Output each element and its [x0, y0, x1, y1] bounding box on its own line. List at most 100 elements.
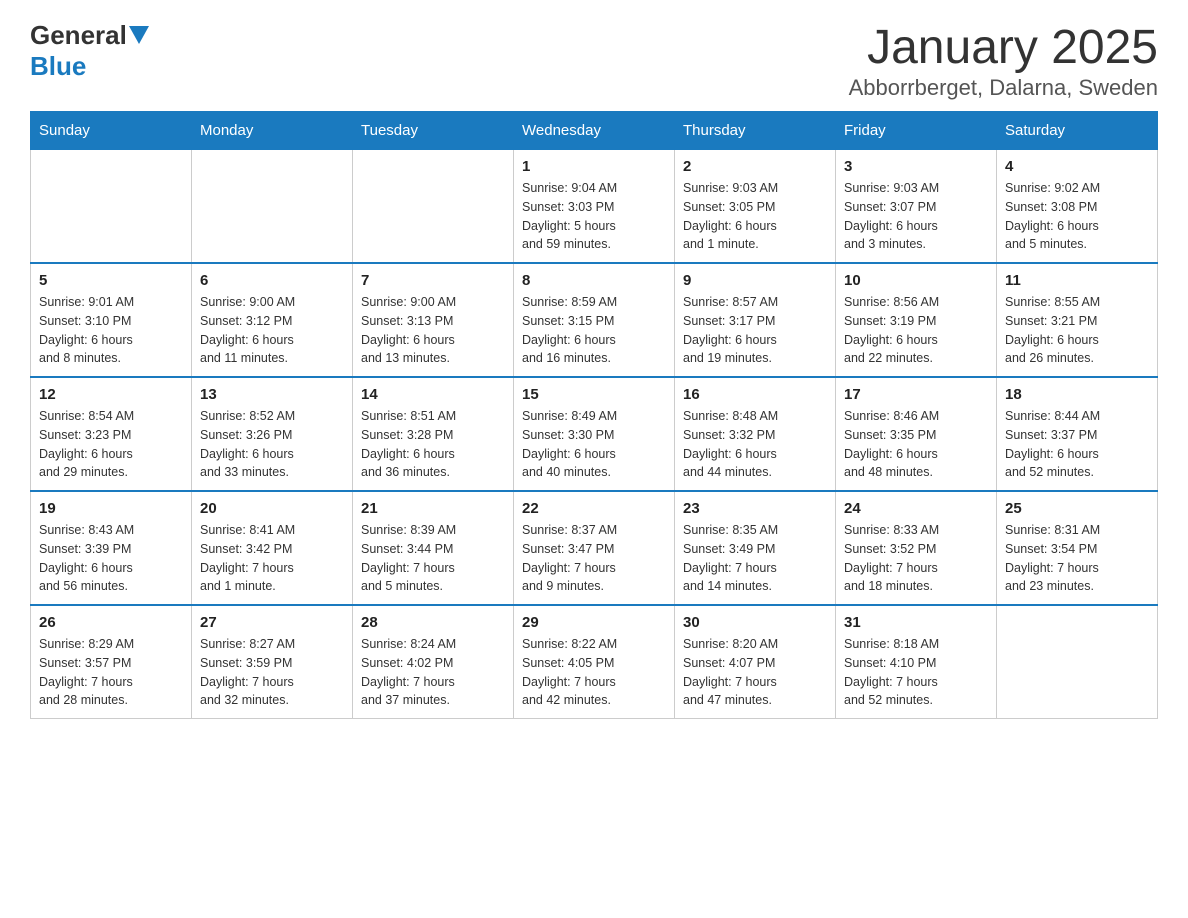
day-number: 25 — [1005, 500, 1149, 517]
logo-blue-text: Blue — [30, 51, 86, 82]
day-number: 3 — [844, 158, 988, 175]
day-info: Sunrise: 8:24 AMSunset: 4:02 PMDaylight:… — [361, 635, 505, 710]
day-number: 29 — [522, 614, 666, 631]
calendar-cell: 28 Sunrise: 8:24 AMSunset: 4:02 PMDayligh… — [353, 605, 514, 719]
day-number: 19 — [39, 500, 183, 517]
calendar-cell: 10 Sunrise: 8:56 AMSunset: 3:19 PMDayligh… — [836, 263, 997, 377]
header-friday: Friday — [836, 112, 997, 150]
day-number: 18 — [1005, 386, 1149, 403]
calendar-cell: 3 Sunrise: 9:03 AMSunset: 3:07 PMDaylight… — [836, 150, 997, 264]
calendar-cell: 18 Sunrise: 8:44 AMSunset: 3:37 PMDayligh… — [997, 377, 1158, 491]
day-number: 21 — [361, 500, 505, 517]
calendar-cell — [353, 150, 514, 264]
day-number: 1 — [522, 158, 666, 175]
header-saturday: Saturday — [997, 112, 1158, 150]
day-info: Sunrise: 9:01 AMSunset: 3:10 PMDaylight:… — [39, 293, 183, 368]
day-number: 14 — [361, 386, 505, 403]
calendar-cell: 29Sunrise: 8:22 AMSunset: 4:05 PMDayligh… — [514, 605, 675, 719]
day-number: 27 — [200, 614, 344, 631]
calendar-cell — [31, 150, 192, 264]
day-info: Sunrise: 8:31 AMSunset: 3:54 PMDaylight:… — [1005, 521, 1149, 596]
calendar-table: Sunday Monday Tuesday Wednesday Thursday… — [30, 111, 1158, 719]
header-monday: Monday — [192, 112, 353, 150]
day-info: Sunrise: 8:18 AMSunset: 4:10 PMDaylight:… — [844, 635, 988, 710]
day-number: 30 — [683, 614, 827, 631]
day-info: Sunrise: 9:03 AMSunset: 3:07 PMDaylight:… — [844, 179, 988, 254]
calendar-row-0: 1 Sunrise: 9:04 AMSunset: 3:03 PMDaylight… — [31, 150, 1158, 264]
calendar-cell: 27Sunrise: 8:27 AMSunset: 3:59 PMDayligh… — [192, 605, 353, 719]
day-info: Sunrise: 8:39 AMSunset: 3:44 PMDaylight:… — [361, 521, 505, 596]
day-number: 11 — [1005, 272, 1149, 289]
calendar-cell: 9Sunrise: 8:57 AMSunset: 3:17 PMDaylight… — [675, 263, 836, 377]
calendar-cell: 11 Sunrise: 8:55 AMSunset: 3:21 PMDayligh… — [997, 263, 1158, 377]
calendar-cell: 17Sunrise: 8:46 AMSunset: 3:35 PMDayligh… — [836, 377, 997, 491]
day-number: 6 — [200, 272, 344, 289]
calendar-cell: 5 Sunrise: 9:01 AMSunset: 3:10 PMDaylight… — [31, 263, 192, 377]
day-number: 4 — [1005, 158, 1149, 175]
day-info: Sunrise: 8:43 AMSunset: 3:39 PMDaylight:… — [39, 521, 183, 596]
day-info: Sunrise: 8:44 AMSunset: 3:37 PMDaylight:… — [1005, 407, 1149, 482]
calendar-cell: 21 Sunrise: 8:39 AMSunset: 3:44 PMDayligh… — [353, 491, 514, 605]
calendar-cell: 13 Sunrise: 8:52 AMSunset: 3:26 PMDayligh… — [192, 377, 353, 491]
header-sunday: Sunday — [31, 112, 192, 150]
calendar-row-2: 12 Sunrise: 8:54 AMSunset: 3:23 PMDayligh… — [31, 377, 1158, 491]
day-info: Sunrise: 9:04 AMSunset: 3:03 PMDaylight:… — [522, 179, 666, 254]
calendar-cell: 24 Sunrise: 8:33 AMSunset: 3:52 PMDayligh… — [836, 491, 997, 605]
day-number: 31 — [844, 614, 988, 631]
calendar-cell: 15Sunrise: 8:49 AMSunset: 3:30 PMDayligh… — [514, 377, 675, 491]
calendar-cell: 2 Sunrise: 9:03 AMSunset: 3:05 PMDaylight… — [675, 150, 836, 264]
day-info: Sunrise: 8:59 AMSunset: 3:15 PMDaylight:… — [522, 293, 666, 368]
calendar-cell: 6Sunrise: 9:00 AMSunset: 3:12 PMDaylight… — [192, 263, 353, 377]
day-number: 7 — [361, 272, 505, 289]
day-info: Sunrise: 9:03 AMSunset: 3:05 PMDaylight:… — [683, 179, 827, 254]
calendar-cell — [192, 150, 353, 264]
calendar-row-1: 5 Sunrise: 9:01 AMSunset: 3:10 PMDaylight… — [31, 263, 1158, 377]
day-number: 26 — [39, 614, 183, 631]
header-tuesday: Tuesday — [353, 112, 514, 150]
day-info: Sunrise: 8:54 AMSunset: 3:23 PMDaylight:… — [39, 407, 183, 482]
calendar-cell: 30 Sunrise: 8:20 AMSunset: 4:07 PMDayligh… — [675, 605, 836, 719]
day-number: 10 — [844, 272, 988, 289]
day-info: Sunrise: 8:37 AMSunset: 3:47 PMDaylight:… — [522, 521, 666, 596]
day-info: Sunrise: 8:56 AMSunset: 3:19 PMDaylight:… — [844, 293, 988, 368]
header-wednesday: Wednesday — [514, 112, 675, 150]
day-number: 12 — [39, 386, 183, 403]
day-info: Sunrise: 8:46 AMSunset: 3:35 PMDaylight:… — [844, 407, 988, 482]
header-thursday: Thursday — [675, 112, 836, 150]
calendar-cell: 7 Sunrise: 9:00 AMSunset: 3:13 PMDaylight… — [353, 263, 514, 377]
subtitle: Abborrberget, Dalarna, Sweden — [849, 75, 1158, 101]
day-info: Sunrise: 8:33 AMSunset: 3:52 PMDaylight:… — [844, 521, 988, 596]
calendar-row-3: 19 Sunrise: 8:43 AMSunset: 3:39 PMDayligh… — [31, 491, 1158, 605]
day-info: Sunrise: 8:35 AMSunset: 3:49 PMDaylight:… — [683, 521, 827, 596]
header-row: Sunday Monday Tuesday Wednesday Thursday… — [31, 112, 1158, 150]
calendar-cell: 8Sunrise: 8:59 AMSunset: 3:15 PMDaylight… — [514, 263, 675, 377]
day-number: 28 — [361, 614, 505, 631]
calendar-header: Sunday Monday Tuesday Wednesday Thursday… — [31, 112, 1158, 150]
day-info: Sunrise: 9:00 AMSunset: 3:13 PMDaylight:… — [361, 293, 505, 368]
day-number: 5 — [39, 272, 183, 289]
calendar-body: 1 Sunrise: 9:04 AMSunset: 3:03 PMDaylight… — [31, 150, 1158, 719]
calendar-row-4: 26 Sunrise: 8:29 AMSunset: 3:57 PMDayligh… — [31, 605, 1158, 719]
day-info: Sunrise: 8:48 AMSunset: 3:32 PMDaylight:… — [683, 407, 827, 482]
day-info: Sunrise: 8:57 AMSunset: 3:17 PMDaylight:… — [683, 293, 827, 368]
calendar-cell: 16 Sunrise: 8:48 AMSunset: 3:32 PMDayligh… — [675, 377, 836, 491]
header: General Blue January 2025 Abborrberget, … — [30, 20, 1158, 101]
day-number: 13 — [200, 386, 344, 403]
day-info: Sunrise: 8:55 AMSunset: 3:21 PMDaylight:… — [1005, 293, 1149, 368]
logo-blue-part — [127, 26, 149, 46]
calendar-cell: 14 Sunrise: 8:51 AMSunset: 3:28 PMDayligh… — [353, 377, 514, 491]
day-info: Sunrise: 8:52 AMSunset: 3:26 PMDaylight:… — [200, 407, 344, 482]
calendar-cell: 4 Sunrise: 9:02 AMSunset: 3:08 PMDaylight… — [997, 150, 1158, 264]
day-number: 16 — [683, 386, 827, 403]
day-info: Sunrise: 8:51 AMSunset: 3:28 PMDaylight:… — [361, 407, 505, 482]
day-info: Sunrise: 9:02 AMSunset: 3:08 PMDaylight:… — [1005, 179, 1149, 254]
day-info: Sunrise: 8:29 AMSunset: 3:57 PMDaylight:… — [39, 635, 183, 710]
day-number: 2 — [683, 158, 827, 175]
calendar-cell: 1 Sunrise: 9:04 AMSunset: 3:03 PMDaylight… — [514, 150, 675, 264]
day-info: Sunrise: 8:20 AMSunset: 4:07 PMDaylight:… — [683, 635, 827, 710]
day-number: 24 — [844, 500, 988, 517]
calendar-cell: 31 Sunrise: 8:18 AMSunset: 4:10 PMDayligh… — [836, 605, 997, 719]
logo: General Blue — [30, 20, 149, 82]
calendar-cell: 23Sunrise: 8:35 AMSunset: 3:49 PMDayligh… — [675, 491, 836, 605]
day-number: 22 — [522, 500, 666, 517]
